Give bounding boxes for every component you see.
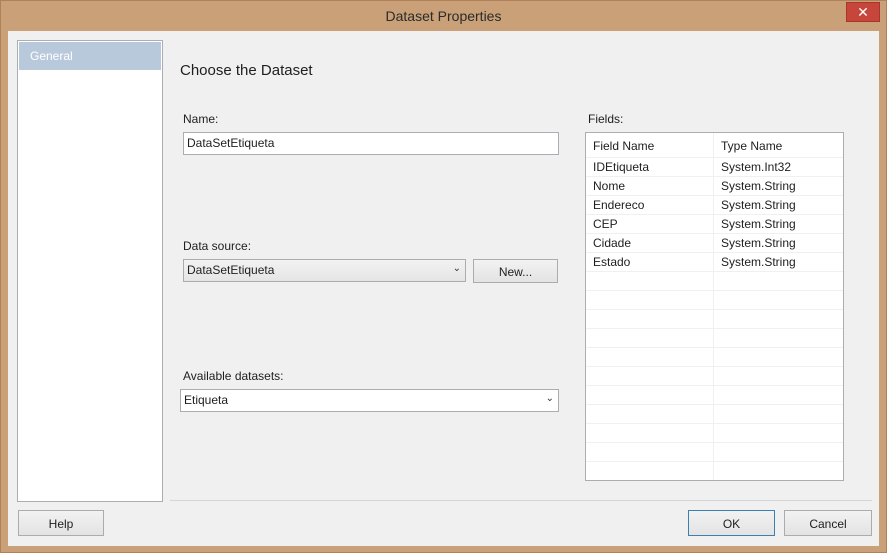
nav-item-general[interactable]: General: [19, 42, 161, 70]
close-icon: ✕: [857, 4, 869, 20]
empty-row: [586, 386, 843, 405]
type-name-cell: System.String: [721, 236, 796, 250]
help-button[interactable]: Help: [18, 510, 104, 536]
cancel-button[interactable]: Cancel: [784, 510, 872, 536]
empty-row: [586, 405, 843, 424]
table-row[interactable]: IDEtiqueta System.Int32: [586, 158, 843, 177]
field-name-cell: Nome: [586, 177, 714, 196]
empty-row: [586, 310, 843, 329]
available-datasets-label: Available datasets:: [183, 369, 284, 383]
name-input[interactable]: DataSetEtiqueta: [183, 132, 559, 155]
available-datasets-select[interactable]: Etiqueta ⌄: [180, 389, 559, 412]
close-button[interactable]: ✕: [846, 2, 880, 22]
dialog-window: Dataset Properties ✕ General Choose the …: [0, 0, 887, 553]
empty-row: [586, 272, 843, 291]
type-name-cell: System.String: [721, 255, 796, 269]
data-source-value: DataSetEtiqueta: [187, 263, 275, 277]
field-name-cell: CEP: [586, 215, 714, 234]
table-row[interactable]: CEP System.String: [586, 215, 843, 234]
type-name-cell: System.Int32: [721, 160, 792, 174]
dialog-client: General Choose the Dataset Name: DataSet…: [8, 31, 879, 546]
window-title: Dataset Properties: [385, 8, 502, 24]
data-source-select[interactable]: DataSetEtiqueta ⌄: [183, 259, 466, 282]
field-name-cell: Endereco: [586, 196, 714, 215]
page-nav: General: [17, 40, 163, 502]
empty-row: [586, 367, 843, 386]
data-source-label: Data source:: [183, 239, 252, 253]
table-header: Field Name Type Name: [586, 133, 843, 158]
empty-row: [586, 443, 843, 462]
available-datasets-value: Etiqueta: [184, 393, 229, 407]
table-row[interactable]: Estado System.String: [586, 253, 843, 272]
title-bar[interactable]: Dataset Properties ✕: [1, 1, 886, 31]
empty-row: [586, 424, 843, 443]
chevron-down-icon: ⌄: [545, 393, 554, 404]
fields-label: Fields:: [588, 112, 624, 126]
field-name-cell: Cidade: [586, 234, 714, 253]
empty-row: [586, 329, 843, 348]
table-row[interactable]: Nome System.String: [586, 177, 843, 196]
table-row[interactable]: Cidade System.String: [586, 234, 843, 253]
footer-divider: [170, 500, 872, 501]
ok-button[interactable]: OK: [688, 510, 775, 536]
empty-row: [586, 348, 843, 367]
field-name-cell: Estado: [586, 253, 714, 272]
fields-table[interactable]: Field Name Type Name IDEtiqueta System.I…: [585, 132, 844, 481]
empty-row: [586, 291, 843, 310]
type-name-cell: System.String: [721, 198, 796, 212]
empty-row: [586, 462, 843, 480]
new-data-source-button[interactable]: New...: [473, 259, 558, 283]
page-heading: Choose the Dataset: [180, 62, 313, 79]
field-name-cell: IDEtiqueta: [586, 158, 714, 177]
column-header-field-name[interactable]: Field Name: [586, 133, 714, 158]
name-label: Name:: [183, 112, 219, 126]
chevron-down-icon: ⌄: [452, 263, 461, 274]
column-header-type-name[interactable]: Type Name: [714, 133, 843, 158]
type-name-cell: System.String: [721, 179, 796, 193]
type-name-cell: System.String: [721, 217, 796, 231]
table-row[interactable]: Endereco System.String: [586, 196, 843, 215]
